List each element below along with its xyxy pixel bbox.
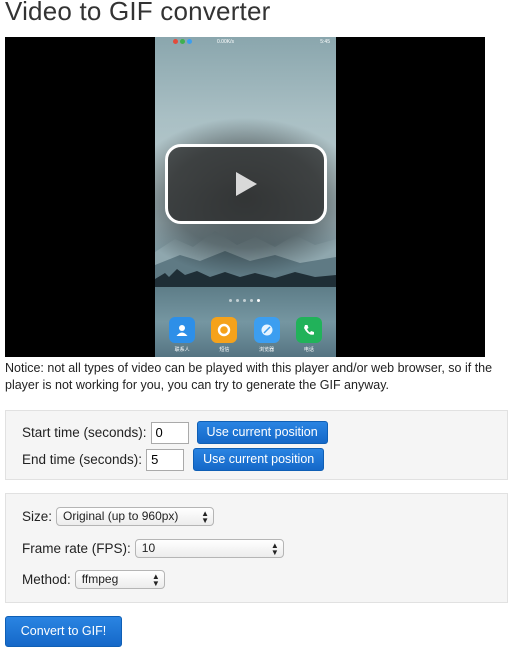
dock-app-messages: 短信	[209, 317, 239, 357]
size-select[interactable]: Original (up to 960px) ▲ ▼	[56, 507, 215, 526]
select-arrows-icon: ▲ ▼	[201, 508, 210, 525]
page-title: Video to GIF converter	[5, 0, 271, 26]
status-time: 5:45	[320, 39, 330, 45]
frame-rate-row: Frame rate (FPS): 10 ▲ ▼	[22, 539, 284, 558]
dock-label: 短信	[219, 347, 230, 353]
select-arrows-icon: ▲ ▼	[270, 540, 279, 557]
frame-rate-select-value: 10	[141, 541, 156, 555]
mountains-image	[155, 231, 336, 287]
dock-app-browser: 浏览器	[252, 317, 282, 357]
start-time-row: Start time (seconds): Use current positi…	[22, 421, 328, 444]
phone-icon	[295, 317, 322, 343]
end-time-label: End time (seconds):	[22, 452, 143, 467]
dock-app-phone: 电话	[294, 317, 324, 357]
dock-label: 电话	[303, 347, 314, 353]
dock-label: 联系人	[174, 347, 190, 353]
frame-rate-select[interactable]: 10 ▲ ▼	[134, 539, 284, 558]
convert-to-gif-button[interactable]: Convert to GIF!	[5, 616, 122, 647]
start-time-label: Start time (seconds):	[22, 425, 147, 440]
use-current-position-start-button[interactable]: Use current position	[196, 421, 328, 444]
status-notification-icons	[173, 39, 192, 44]
end-time-row: End time (seconds): Use current position	[22, 448, 325, 471]
browser-icon	[253, 317, 280, 343]
frame-rate-label: Frame rate (FPS):	[22, 541, 131, 556]
play-button[interactable]	[165, 144, 327, 224]
video-player[interactable]: 0.00K/s 5:45 联系人 短信 浏览器 电话	[5, 37, 485, 357]
dock-app-contacts: 联系人	[167, 317, 197, 357]
use-current-position-end-button[interactable]: Use current position	[193, 448, 325, 471]
player-notice: Notice: not all types of video can be pl…	[5, 361, 493, 392]
status-speed: 0.00K/s	[217, 39, 234, 45]
select-arrows-icon: ▲ ▼	[151, 571, 160, 588]
method-select-value: ffmpeg	[81, 572, 119, 586]
size-row: Size: Original (up to 960px) ▲ ▼	[22, 507, 215, 526]
method-select[interactable]: ffmpeg ▲ ▼	[74, 570, 165, 589]
end-time-input[interactable]	[146, 448, 185, 471]
options-panel: Size: Original (up to 960px) ▲ ▼ Frame ra…	[5, 493, 508, 603]
phone-dock: 联系人 短信 浏览器 电话	[155, 317, 336, 357]
size-select-value: Original (up to 960px)	[63, 509, 179, 523]
home-page-indicator	[229, 299, 260, 302]
dock-label: 浏览器	[259, 347, 275, 353]
messages-icon	[211, 317, 238, 343]
size-label: Size:	[22, 509, 53, 524]
phone-status-bar: 0.00K/s 5:45	[155, 37, 336, 47]
method-label: Method:	[22, 572, 71, 587]
method-row: Method: ffmpeg ▲ ▼	[22, 570, 165, 589]
play-icon	[236, 172, 257, 196]
start-time-input[interactable]	[150, 421, 189, 444]
contacts-icon	[169, 317, 196, 343]
time-range-panel: Start time (seconds): Use current positi…	[5, 410, 508, 480]
